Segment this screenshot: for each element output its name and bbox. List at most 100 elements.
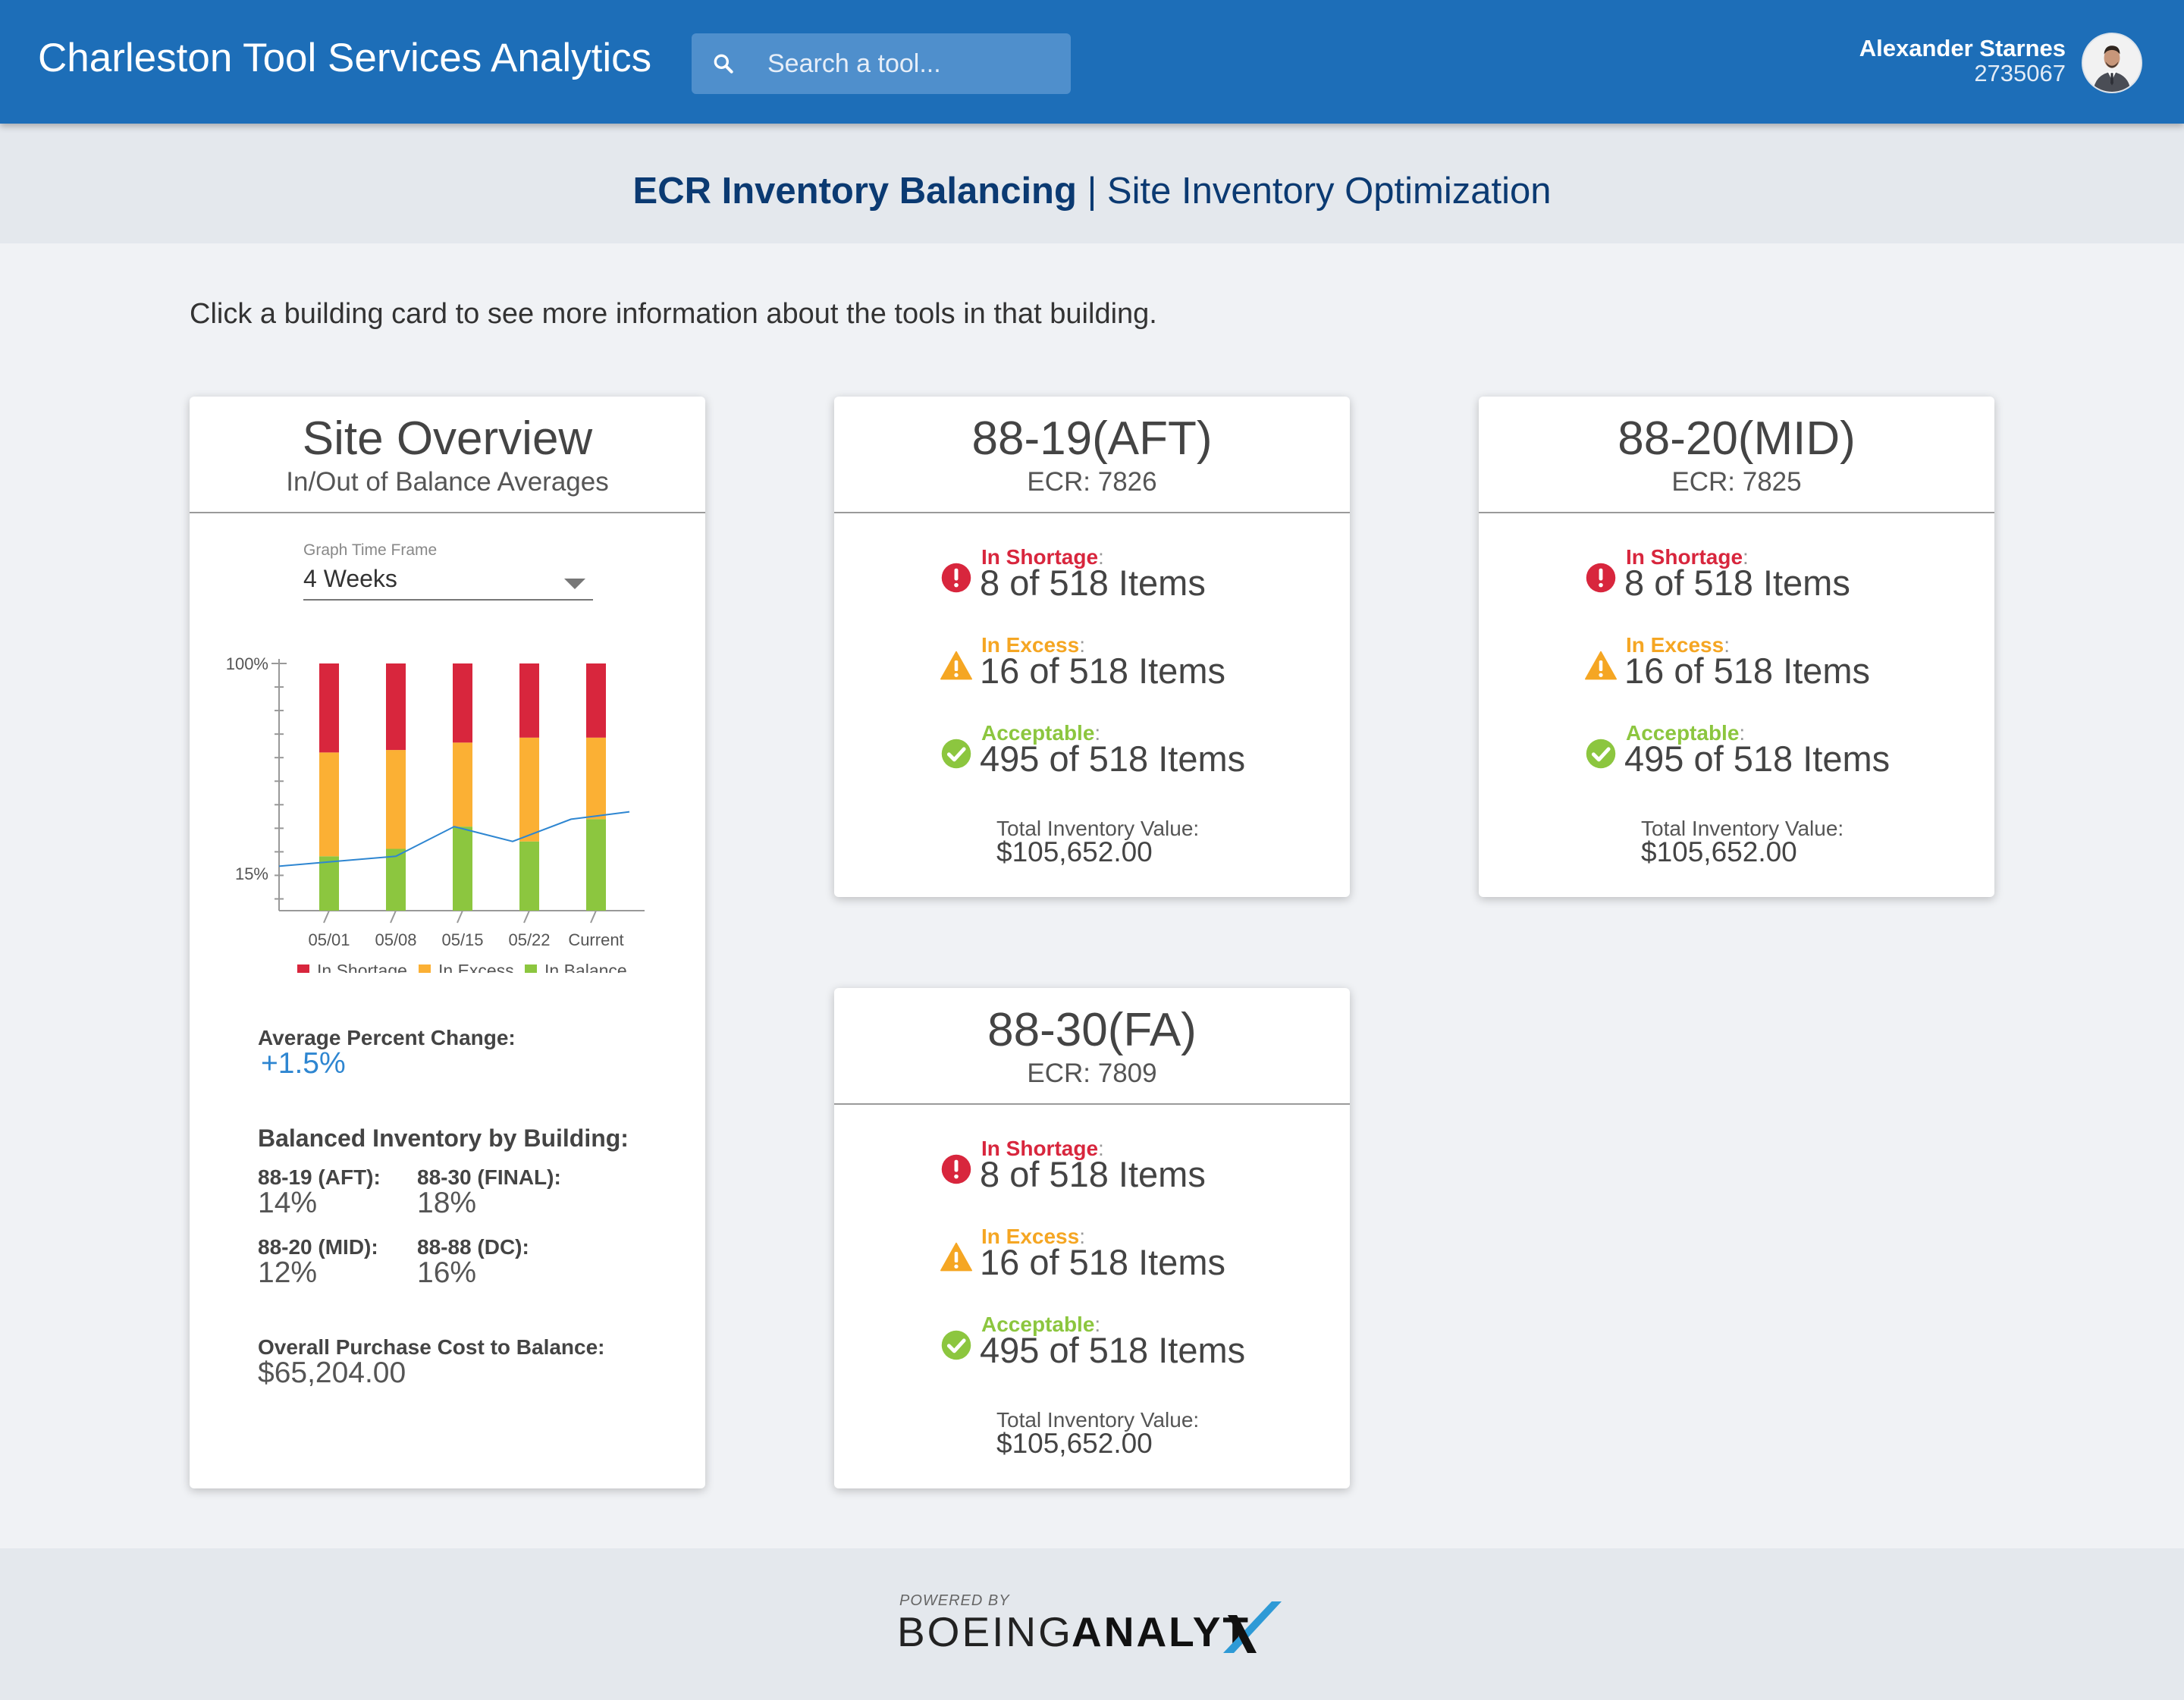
excess-value: 16 of 518 Items — [980, 651, 1225, 691]
card-header: Site Overview In/Out of Balance Averages — [190, 397, 705, 513]
y-tick-label: 15% — [235, 864, 268, 883]
chevron-down-icon[interactable] — [564, 579, 585, 589]
bar-segment-in-shortage — [519, 663, 539, 738]
x-tick — [523, 910, 530, 924]
card-subtitle: In/Out of Balance Averages — [286, 467, 609, 497]
bar-segment-in-shortage — [319, 663, 339, 753]
page-title-primary: ECR Inventory Balancing — [632, 171, 1077, 212]
x-tick-label: Current — [568, 930, 623, 949]
bar-segment-in-balance — [586, 819, 606, 911]
building-title: 88-20(MID) — [1618, 412, 1856, 465]
x-tick — [457, 910, 463, 924]
search-box[interactable] — [692, 33, 1071, 94]
building-value-88-19: 14% — [258, 1187, 318, 1219]
user-name[interactable]: Alexander Starnes — [1859, 35, 2066, 62]
y-tick-label: 100% — [226, 654, 268, 673]
bar-segment-in-excess — [386, 750, 406, 849]
instruction-text: Click a building card to see more inform… — [190, 298, 1157, 330]
total-inventory-value: $105,652.00 — [1641, 836, 1797, 867]
building-card-88-30[interactable]: 88-30(FA) ECR: 7809 In Shortage: 8 of 51… — [834, 988, 1350, 1488]
warning-triangle-icon — [940, 1242, 972, 1272]
card-header: 88-30(FA) ECR: 7809 — [834, 988, 1350, 1105]
building-ecr: ECR: 7826 — [1027, 467, 1157, 497]
x-tick — [390, 910, 397, 924]
card-header: 88-19(AFT) ECR: 7826 — [834, 397, 1350, 513]
balance-chart: 100% 15% 05/01 05/08 05/15 05/22 Current In S… — [226, 654, 645, 973]
excess-value: 16 of 518 Items — [1624, 651, 1870, 691]
building-ecr: ECR: 7825 — [1671, 467, 1802, 497]
balanced-heading: Balanced Inventory by Building: — [258, 1124, 629, 1152]
card-header: 88-20(MID) ECR: 7825 — [1479, 397, 1994, 513]
site-overview-card: Site Overview In/Out of Balance Averages… — [190, 397, 705, 1488]
app-title[interactable]: Charleston Tool Services Analytics — [38, 35, 651, 81]
building-title: 88-30(FA) — [987, 1004, 1197, 1056]
search-icon — [714, 54, 733, 74]
legend-label: In Excess — [438, 961, 514, 973]
error-circle-icon — [941, 563, 971, 593]
total-inventory-value: $105,652.00 — [996, 1428, 1153, 1459]
avatar[interactable] — [2082, 33, 2142, 93]
bar-segment-in-balance — [453, 826, 472, 911]
search-input[interactable] — [767, 33, 1063, 94]
error-circle-icon — [941, 1154, 971, 1184]
check-circle-icon — [1586, 739, 1616, 769]
timeframe-label: Graph Time Frame — [303, 541, 438, 559]
legend-swatch — [419, 964, 431, 973]
building-title: 88-19(AFT) — [971, 412, 1213, 465]
building-card-88-20[interactable]: 88-20(MID) ECR: 7825 In Shortage: 8 of 5… — [1479, 397, 1994, 897]
user-id: 2735067 — [1974, 60, 2066, 86]
chart-legend: In Shortage In Excess In Balance — [297, 961, 627, 973]
building-ecr: ECR: 7809 — [1027, 1059, 1157, 1088]
page-title-separator: | — [1087, 171, 1097, 212]
page-title: ECR Inventory Balancing | Site Inventory… — [0, 170, 2184, 212]
chart-x-labels: 05/01 05/08 05/15 05/22 Current — [308, 910, 624, 949]
top-bar: Charleston Tool Services Analytics Alexa… — [0, 0, 2184, 124]
card-title: Site Overview — [302, 412, 593, 465]
select-underline — [303, 599, 593, 601]
building-value-88-88: 16% — [417, 1256, 477, 1289]
purchase-cost-value: $65,204.00 — [258, 1357, 406, 1389]
avg-change-value: +1.5% — [261, 1047, 346, 1080]
warning-triangle-icon — [940, 651, 972, 680]
shortage-value: 8 of 518 Items — [980, 1154, 1206, 1194]
page-title-secondary: Site Inventory Optimization — [1106, 171, 1552, 212]
logo-x-mark-icon — [1223, 1601, 1282, 1653]
bar-segment-in-shortage — [386, 663, 406, 751]
x-tick-label: 05/08 — [375, 930, 416, 949]
bar-segment-in-excess — [519, 737, 539, 842]
legend-swatch — [525, 964, 537, 973]
x-tick-label: 05/01 — [308, 930, 350, 949]
bar-segment-in-balance — [319, 856, 339, 911]
building-value-88-30: 18% — [417, 1187, 477, 1219]
shortage-value: 8 of 518 Items — [980, 563, 1206, 603]
logo-word-boeing: BOEING — [897, 1608, 1073, 1655]
acceptable-value: 495 of 518 Items — [980, 739, 1246, 779]
excess-value: 16 of 518 Items — [980, 1242, 1225, 1282]
total-inventory-value: $105,652.00 — [996, 836, 1153, 867]
bar-segment-in-excess — [586, 737, 606, 820]
bar-segment-in-excess — [453, 742, 472, 827]
check-circle-icon — [941, 1330, 971, 1360]
legend-label: In Balance — [544, 961, 627, 973]
warning-triangle-icon — [1585, 651, 1617, 680]
error-circle-icon — [1586, 563, 1616, 593]
chart-axes: 100% 15% — [226, 654, 645, 911]
user-photo-icon — [2083, 34, 2141, 92]
bar-segment-in-balance — [386, 848, 406, 911]
shortage-value: 8 of 518 Items — [1624, 563, 1850, 603]
footer: POWERED BY BOEING ANALYT — [0, 1548, 2184, 1700]
bar-segment-in-balance — [519, 841, 539, 911]
timeframe-value[interactable]: 4 Weeks — [303, 565, 397, 593]
bar-segment-in-shortage — [453, 663, 472, 743]
page-subheader: ECR Inventory Balancing | Site Inventory… — [0, 124, 2184, 243]
x-tick-label: 05/15 — [441, 930, 483, 949]
building-card-88-19[interactable]: 88-19(AFT) ECR: 7826 In Shortage: 8 of 5… — [834, 397, 1350, 897]
x-tick — [323, 910, 330, 924]
x-tick-label: 05/22 — [508, 930, 550, 949]
check-circle-icon — [941, 739, 971, 769]
legend-swatch — [297, 964, 309, 973]
x-tick — [590, 910, 597, 924]
bar-segment-in-excess — [319, 752, 339, 857]
bar-segment-in-shortage — [586, 663, 606, 738]
acceptable-value: 495 of 518 Items — [980, 1330, 1246, 1370]
